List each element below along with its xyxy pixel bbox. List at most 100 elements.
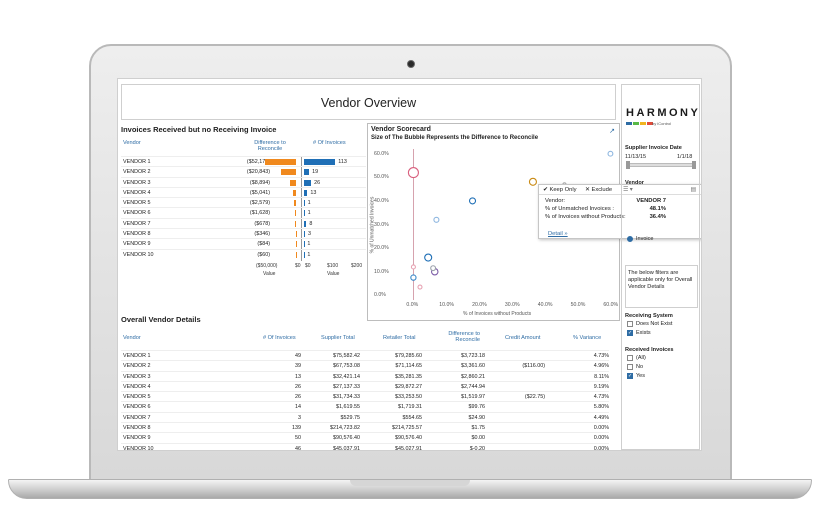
- column-header[interactable]: Retailer Total: [383, 335, 416, 341]
- checkbox-icon[interactable]: [627, 321, 633, 327]
- checkbox-checked-icon[interactable]: ✓: [627, 330, 633, 336]
- checkbox-icon[interactable]: [627, 355, 633, 361]
- x-tick-label: 0.0%: [406, 302, 419, 308]
- table-row[interactable]: VENDOR 5 ($2,579) 1: [121, 197, 366, 207]
- column-header[interactable]: Supplier Total: [321, 335, 355, 341]
- count-bar[interactable]: [304, 231, 306, 238]
- keep-only-button[interactable]: ✔ Keep Only: [543, 185, 577, 195]
- column-header[interactable]: Difference to Reconcile: [436, 331, 480, 343]
- table-row[interactable]: VENDOR 6 14 $1,619.55 $1,719.31 $99.76 5.80%: [121, 401, 609, 411]
- col-vendor-header[interactable]: Vendor: [123, 140, 141, 146]
- count-value: 1: [307, 251, 311, 258]
- table-row[interactable]: VENDOR 7 3 $529.75 $554.65 $24.90 4.49%: [121, 411, 609, 422]
- camera-icon: [407, 60, 415, 68]
- scatter-point[interactable]: [433, 216, 440, 223]
- exclude-button[interactable]: ✕ Exclude: [585, 185, 612, 195]
- count-bar[interactable]: [304, 220, 307, 227]
- col-count-header[interactable]: # Of Invoices: [313, 140, 346, 146]
- y-tick-label: 30.0%: [374, 221, 389, 228]
- page-title: Vendor Overview: [320, 96, 417, 110]
- table-row[interactable]: VENDOR 3 ($8,894) 26: [121, 176, 366, 187]
- diff-bar[interactable]: [289, 179, 296, 186]
- diff-bar[interactable]: [294, 200, 296, 207]
- date-from[interactable]: 11/13/15: [625, 154, 646, 160]
- count-bar[interactable]: [304, 179, 312, 186]
- diff-bar[interactable]: [265, 159, 296, 165]
- table-row[interactable]: VENDOR 8 139 $214,723.82 $214,725.57 $1.75 0.…: [121, 422, 609, 432]
- checkbox-checked-icon[interactable]: ✓: [627, 373, 633, 379]
- date-filter-label: Supplier Invoice Date: [625, 145, 682, 151]
- scatter-point[interactable]: [468, 197, 477, 205]
- invoices-bar-table: VENDOR 1 ($52,178) 113 VENDOR 2 ($20,843) 19 V…: [121, 156, 366, 259]
- date-to[interactable]: 1/1/18: [677, 154, 692, 160]
- count-bar[interactable]: [304, 159, 336, 165]
- tooltip-vendor-label: Vendor:: [545, 198, 565, 204]
- detail-link[interactable]: Detail »: [548, 231, 568, 237]
- table-cell: 46: [295, 445, 301, 451]
- date-range-slider[interactable]: [626, 163, 696, 167]
- table-row[interactable]: VENDOR 9 ($84) 1: [121, 238, 366, 248]
- table-row[interactable]: VENDOR 3 13 $32,421.14 $35,281.35 $2,860.21 8…: [121, 370, 609, 381]
- table-row[interactable]: VENDOR 9 50 $90,576.40 $90,576.40 $0.00 0.00%: [121, 432, 609, 442]
- table-row[interactable]: VENDOR 10 ($60) 1: [121, 248, 366, 259]
- scatter-point[interactable]: [410, 274, 417, 281]
- column-header[interactable]: # Of Invoices: [263, 335, 296, 341]
- count-bar[interactable]: [304, 210, 305, 217]
- table-row[interactable]: VENDOR 10 46 $45,037.91 $45,027.91 $-0.20 0.0…: [121, 442, 609, 451]
- filter-option[interactable]: (All): [627, 355, 646, 361]
- filter-option-label: Exists: [636, 330, 651, 336]
- table-row[interactable]: VENDOR 4 26 $27,137.33 $29,872.27 $2,744.94 9…: [121, 380, 609, 391]
- vendor-filter-label: Vendor: [625, 180, 644, 186]
- diff-bar[interactable]: [295, 220, 296, 227]
- scatter-point[interactable]: [607, 150, 614, 157]
- count-bar[interactable]: [304, 189, 308, 196]
- filter-option[interactable]: ✓ Exists: [627, 330, 651, 336]
- count-bar[interactable]: [304, 169, 310, 176]
- table-row[interactable]: VENDOR 8 ($346) 3: [121, 228, 366, 238]
- table-row[interactable]: VENDOR 4 ($5,041) 13: [121, 186, 366, 197]
- logo-color-swatch: [640, 122, 646, 125]
- scatter-point[interactable]: [417, 284, 423, 290]
- table-row[interactable]: VENDOR 5 26 $31,734.33 $33,253.50 $1,519.97(…: [121, 391, 609, 401]
- scatter-point[interactable]: [430, 265, 437, 272]
- column-header[interactable]: % Variance: [573, 335, 601, 341]
- table-row[interactable]: VENDOR 7 ($678) 8: [121, 217, 366, 228]
- radio-selected-icon[interactable]: [627, 236, 633, 242]
- y-tick-label: 60.0%: [374, 150, 389, 157]
- invoice-radio-option[interactable]: Invoice: [627, 236, 653, 242]
- expand-icon[interactable]: ↗: [609, 127, 615, 135]
- column-header[interactable]: Vendor: [123, 335, 141, 341]
- table-cell: 0.00%: [593, 445, 609, 451]
- column-header[interactable]: Credit Amount: [505, 335, 540, 341]
- overall-details-title: Overall Vendor Details: [121, 315, 201, 324]
- diff-bar[interactable]: [294, 210, 296, 217]
- scatter-point[interactable]: [410, 264, 416, 270]
- checkbox-icon[interactable]: [627, 364, 633, 370]
- table-row[interactable]: VENDOR 2 ($20,843) 19: [121, 166, 366, 176]
- scatter-point[interactable]: [407, 167, 419, 179]
- filter-option[interactable]: ✓ Yes: [627, 373, 645, 379]
- diff-value: ($60): [257, 251, 270, 258]
- axis-label-diff: Value: [263, 271, 276, 277]
- scatter-point[interactable]: [424, 253, 433, 262]
- y-tick-label: 0.0%: [374, 292, 386, 299]
- table-row[interactable]: VENDOR 1 ($52,178) 113: [121, 156, 366, 166]
- slider-handle-end[interactable]: [692, 161, 696, 169]
- y-tick-label: 50.0%: [374, 174, 389, 181]
- harmony-logo: HARMONY: [626, 107, 701, 119]
- axis-tick-count-2: $200: [351, 263, 363, 269]
- filter-option[interactable]: No: [627, 364, 643, 370]
- col-diff-header[interactable]: Difference to Reconcile: [250, 140, 290, 152]
- filter-option[interactable]: Does Not Exist: [627, 321, 672, 327]
- table-cell: $45,037.91: [333, 445, 360, 451]
- table-row[interactable]: VENDOR 1 49 $75,582.42 $79,285.60 $3,723.18 4…: [121, 350, 609, 360]
- count-bar[interactable]: [304, 200, 305, 207]
- slider-handle-start[interactable]: [626, 161, 630, 169]
- scatter-point[interactable]: [528, 177, 537, 186]
- table-row[interactable]: VENDOR 2 39 $67,753.08 $71,114.65 $3,361.60(…: [121, 360, 609, 370]
- table-row[interactable]: VENDOR 6 ($1,628) 1: [121, 207, 366, 217]
- filter-option-label: Yes: [636, 373, 645, 379]
- diff-bar[interactable]: [281, 169, 296, 176]
- table-cell: $45,027.91: [395, 445, 422, 451]
- diff-bar[interactable]: [292, 189, 296, 196]
